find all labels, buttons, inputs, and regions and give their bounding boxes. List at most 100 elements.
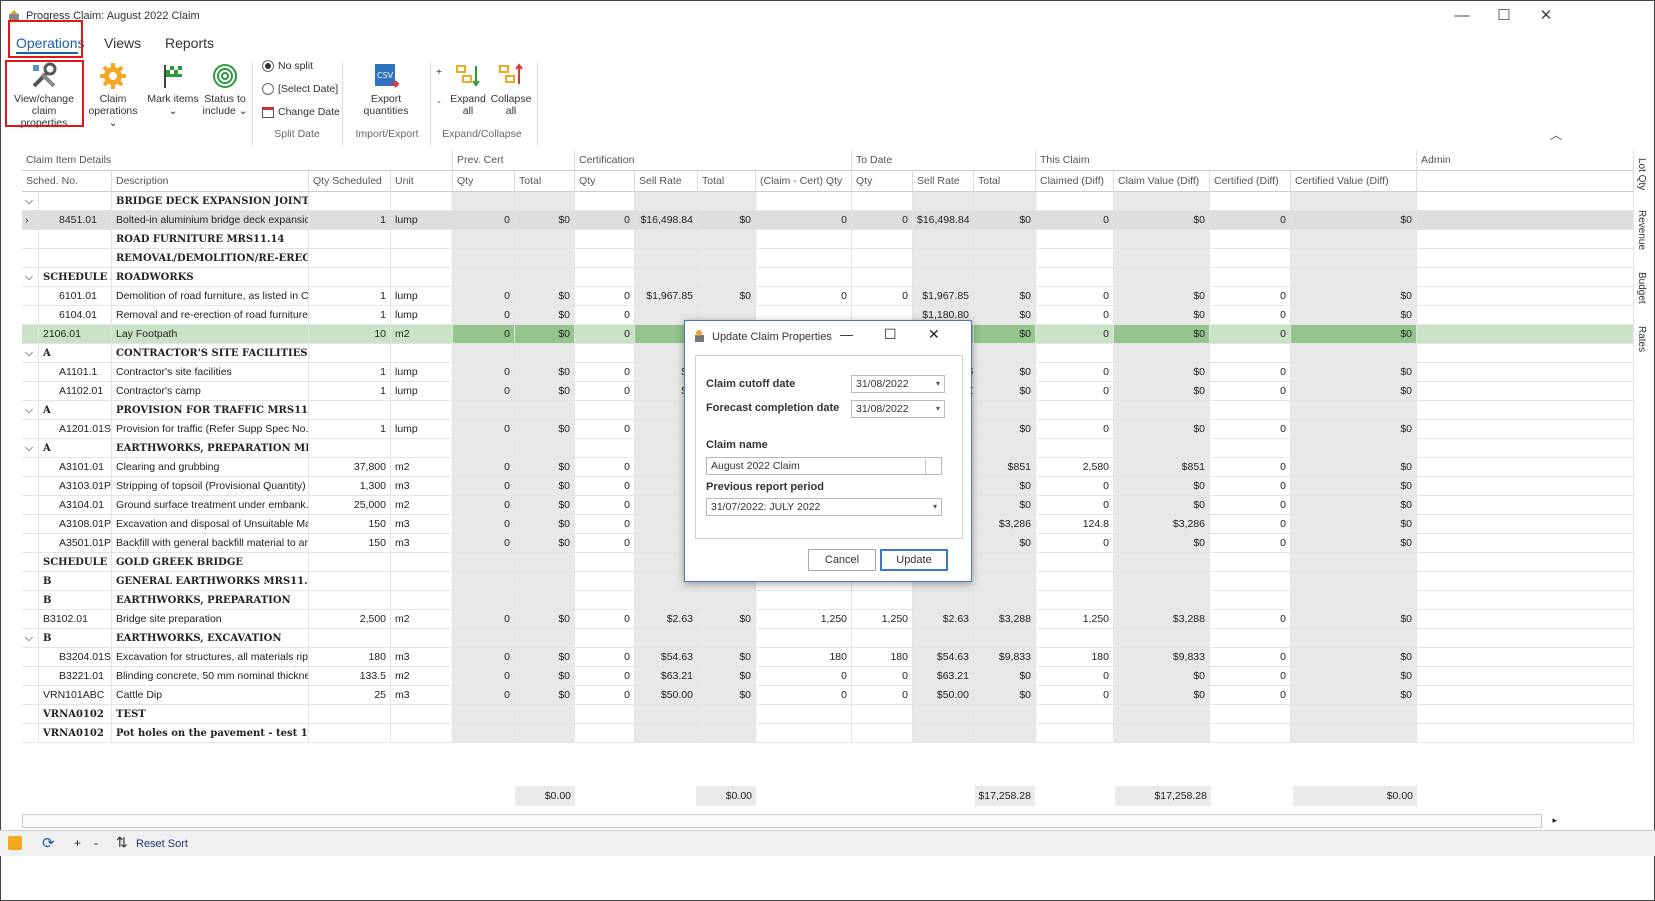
table-row[interactable]: VRNA0102 Pot holes on the pavement - test… — [22, 724, 1634, 743]
group-header: Prev. Cert — [453, 150, 575, 171]
data-cell: 0 — [453, 211, 515, 230]
column-header[interactable]: (Claim - Cert) Qty — [756, 171, 852, 192]
table-row[interactable]: 6101.01 Demolition of road furniture, as … — [22, 287, 1634, 306]
column-header[interactable]: Qty — [852, 171, 913, 192]
ellipsis-button[interactable] — [925, 458, 941, 474]
table-row[interactable]: ROAD FURNITURE MRS11.14 — [22, 230, 1634, 249]
table-row[interactable]: B EARTHWORKS, PREPARATION — [22, 591, 1634, 610]
table-row[interactable]: B3221.01 Blinding concrete, 50 mm nominal… — [22, 667, 1634, 686]
column-header[interactable]: Sched. No. — [22, 171, 112, 192]
export-quantities-button[interactable]: CSV Export quantities — [355, 62, 417, 117]
edit-icon[interactable] — [8, 836, 22, 850]
tab-reports[interactable]: Reports — [165, 35, 214, 51]
operations-tab-highlight — [8, 20, 83, 58]
data-cell: $0 — [515, 306, 575, 325]
table-row[interactable]: REMOVAL/DEMOLITION/RE-ERECTION... — [22, 249, 1634, 268]
table-row[interactable]: ⌵ B EARTHWORKS, EXCAVATION — [22, 629, 1634, 648]
data-cell — [1291, 192, 1417, 211]
column-header[interactable]: Sell Rate — [913, 171, 974, 192]
previous-period-select[interactable]: 31/07/2022: JULY 2022 ▾ — [706, 498, 942, 516]
expand-all-button[interactable]: Expand all — [448, 62, 488, 117]
data-cell — [756, 629, 852, 648]
admin-cell — [1417, 306, 1634, 325]
dialog-maximize-button[interactable]: ☐ — [884, 326, 897, 343]
column-header[interactable]: Claimed (Diff) — [1036, 171, 1114, 192]
table-row[interactable]: ⌵ BRIDGE DECK EXPANSION JOINTS MR... — [22, 192, 1634, 211]
tab-views[interactable]: Views — [104, 35, 141, 51]
column-header[interactable]: Sell Rate — [635, 171, 698, 192]
column-header[interactable] — [1417, 171, 1634, 192]
cancel-button[interactable]: Cancel — [808, 549, 876, 571]
remove-button[interactable]: - — [94, 836, 98, 850]
table-row[interactable]: ⌵ SCHEDULE A ROADWORKS — [22, 268, 1634, 287]
column-header[interactable]: Qty — [453, 171, 515, 192]
description-cell: TEST — [112, 705, 309, 724]
column-header[interactable]: Certified (Diff) — [1210, 171, 1291, 192]
no-split-radio[interactable]: No split — [262, 60, 313, 72]
expand-toggle-icon[interactable]: ⌵ — [22, 192, 39, 211]
ribbon-separator — [342, 62, 343, 146]
column-header[interactable]: Qty Scheduled — [309, 171, 391, 192]
cutoff-date-picker[interactable]: 31/08/2022 ▾ — [851, 375, 945, 393]
ribbon-collapse-icon[interactable]: ︿ — [1550, 126, 1562, 143]
column-header[interactable]: Claim Value (Diff) — [1114, 171, 1210, 192]
admin-cell — [1417, 648, 1634, 667]
expand-toggle-icon[interactable]: ⌵ — [22, 344, 39, 363]
claim-name-input[interactable]: August 2022 Claim — [706, 457, 942, 475]
column-header[interactable]: Total — [974, 171, 1036, 192]
chevron-down-icon: ⌄ — [238, 105, 248, 117]
side-tab-lot-qty[interactable]: Lot Qty — [1636, 158, 1647, 190]
add-button[interactable]: + — [74, 836, 81, 850]
side-tab-rates[interactable]: Rates — [1636, 326, 1647, 352]
column-header[interactable]: Total — [515, 171, 575, 192]
select-date-radio[interactable]: [Select Date] — [262, 83, 338, 95]
update-button[interactable]: Update — [880, 549, 948, 571]
data-cell — [453, 439, 515, 458]
expand-toggle-icon[interactable]: ⌵ — [22, 401, 39, 420]
data-cell: $0 — [1291, 534, 1417, 553]
expand-toggle-icon[interactable]: › — [22, 211, 39, 230]
data-cell: 0 — [575, 211, 635, 230]
mark-items-button[interactable]: Mark items ⌄ — [146, 62, 200, 117]
reset-sort-button[interactable]: Reset Sort — [136, 838, 188, 850]
claim-operations-button[interactable]: Claim operations ⌄ — [84, 62, 142, 129]
column-header[interactable]: Qty — [575, 171, 635, 192]
expand-toggle-icon[interactable]: ⌵ — [22, 268, 39, 287]
column-header[interactable]: Description — [112, 171, 309, 192]
side-tab-revenue[interactable]: Revenue — [1636, 210, 1647, 250]
maximize-button[interactable]: ☐ — [1490, 6, 1518, 26]
description-cell: Bolted-in aluminium bridge deck expansio… — [112, 211, 309, 230]
table-row[interactable]: VRN101ABC Cattle Dip 25 m3 0 $0 0 $50.00 $0 0 0 $50… — [22, 686, 1634, 705]
forecast-date-picker[interactable]: 31/08/2022 ▾ — [851, 400, 945, 418]
data-cell: $0 — [1291, 515, 1417, 534]
close-button[interactable]: ✕ — [1532, 6, 1560, 26]
change-date-button[interactable]: Change Date — [262, 106, 340, 118]
column-header[interactable]: Total — [698, 171, 756, 192]
expand-toggle-icon[interactable]: ⌵ — [22, 629, 39, 648]
minimize-button[interactable]: — — [1448, 6, 1476, 26]
dialog-close-button[interactable]: ✕ — [928, 326, 940, 343]
data-cell — [515, 553, 575, 572]
refresh-icon[interactable]: ⟳ — [42, 834, 55, 852]
horizontal-scrollbar[interactable]: ▸ — [22, 814, 1557, 828]
collapse-all-button[interactable]: Collapse all — [489, 62, 533, 117]
radio-icon — [262, 83, 274, 95]
column-header[interactable]: Unit — [391, 171, 453, 192]
table-row[interactable]: VRNA0102 TEST — [22, 705, 1634, 724]
data-cell: 0 — [453, 420, 515, 439]
side-tab-budget[interactable]: Budget — [1636, 272, 1647, 304]
dialog-minimize-button[interactable]: — — [840, 327, 853, 342]
status-to-include-button[interactable]: Status to include ⌄ — [202, 62, 248, 117]
expand-toggle-icon[interactable]: ⌵ — [22, 439, 39, 458]
table-row[interactable]: › 8451.01 Bolted-in aluminium bridge deck … — [22, 211, 1634, 230]
data-cell — [575, 724, 635, 743]
table-row[interactable]: B3204.01S Excavation for structures, all … — [22, 648, 1634, 667]
sched-no-cell: SCHEDULE A — [39, 268, 112, 287]
sched-no-cell — [39, 230, 112, 249]
column-header[interactable]: Certified Value (Diff) — [1291, 171, 1417, 192]
expand-plus-button[interactable]: + — [434, 66, 444, 78]
data-cell — [1114, 553, 1210, 572]
scroll-right-icon[interactable]: ▸ — [1552, 815, 1557, 826]
table-row[interactable]: B3102.01 Bridge site preparation 2,500 m2 0 $… — [22, 610, 1634, 629]
collapse-minus-button[interactable]: - — [434, 96, 444, 108]
